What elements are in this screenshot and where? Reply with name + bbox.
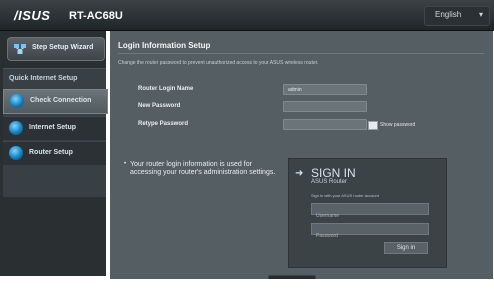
password-field[interactable] bbox=[311, 223, 429, 241]
chevron-down-icon: ▾ bbox=[478, 10, 483, 19]
router-setup-window: /ISUS RT-AC68U English ▾ Step Setup Wiza… bbox=[0, 0, 494, 307]
signin-subtitle: ASUS Router bbox=[311, 179, 348, 185]
note-bullet: • bbox=[124, 161, 127, 167]
network-icon bbox=[14, 44, 26, 54]
new-password-field[interactable] bbox=[283, 101, 367, 112]
show-password-label: Show password bbox=[380, 122, 416, 128]
asus-logo: /ISUS bbox=[14, 8, 51, 23]
language-label: English bbox=[435, 10, 462, 19]
quick-internet-setup-section: Quick Internet Setup Check Connection In… bbox=[3, 68, 108, 197]
sign-in-button[interactable]: Sign in bbox=[384, 242, 428, 254]
main-panel: Login Information Setup Change the route… bbox=[110, 31, 493, 292]
sidebar: Step Setup Wizard Quick Internet Setup C… bbox=[0, 31, 108, 276]
password-input[interactable] bbox=[312, 231, 428, 241]
sidebar-item-router-setup[interactable]: Router Setup bbox=[3, 141, 106, 165]
signin-hint: Sign in with your ASUS router account bbox=[311, 193, 379, 198]
signin-preview-card: ➜ SIGN IN ASUS Router Sign in with your … bbox=[288, 158, 447, 268]
wizard-label: Step Setup Wizard bbox=[32, 44, 94, 51]
sidebar-item-label: Internet Setup bbox=[29, 124, 77, 131]
page-title: Login Information Setup bbox=[118, 41, 211, 50]
router-model-name: RT-AC68U bbox=[69, 10, 123, 22]
retype-password-field[interactable] bbox=[283, 119, 367, 130]
sidebar-item-internet-setup[interactable]: Internet Setup bbox=[3, 116, 106, 140]
section-title: Quick Internet Setup bbox=[9, 75, 78, 82]
username-field[interactable] bbox=[311, 203, 429, 221]
top-header: /ISUS RT-AC68U English ▾ bbox=[0, 0, 494, 31]
show-password-checkbox[interactable] bbox=[368, 121, 378, 130]
login-info-note: Your router login information is used fo… bbox=[130, 161, 276, 176]
divider bbox=[118, 53, 484, 54]
sidebar-item-label: Check Connection bbox=[30, 97, 92, 104]
language-selector[interactable]: English ▾ bbox=[424, 6, 490, 26]
arrow-right-icon: ➜ bbox=[295, 168, 304, 179]
new-password-label: New Password bbox=[138, 103, 181, 109]
retype-password-label: Retype Password bbox=[138, 121, 189, 127]
router-login-name-field[interactable]: admin bbox=[283, 84, 367, 95]
globe-icon bbox=[9, 146, 23, 160]
page-description: Change the router password to prevent un… bbox=[118, 60, 319, 66]
globe-icon bbox=[9, 121, 23, 135]
sidebar-item-label: Router Setup bbox=[29, 149, 73, 156]
sidebar-item-check-connection[interactable]: Check Connection bbox=[3, 89, 108, 114]
signin-title: SIGN IN bbox=[311, 166, 356, 180]
globe-icon bbox=[10, 94, 24, 108]
router-login-name-label: Router Login Name bbox=[138, 86, 194, 92]
step-setup-wizard-button[interactable]: Step Setup Wizard bbox=[7, 37, 105, 61]
username-input[interactable] bbox=[312, 211, 428, 221]
page-bottom bbox=[0, 279, 494, 307]
